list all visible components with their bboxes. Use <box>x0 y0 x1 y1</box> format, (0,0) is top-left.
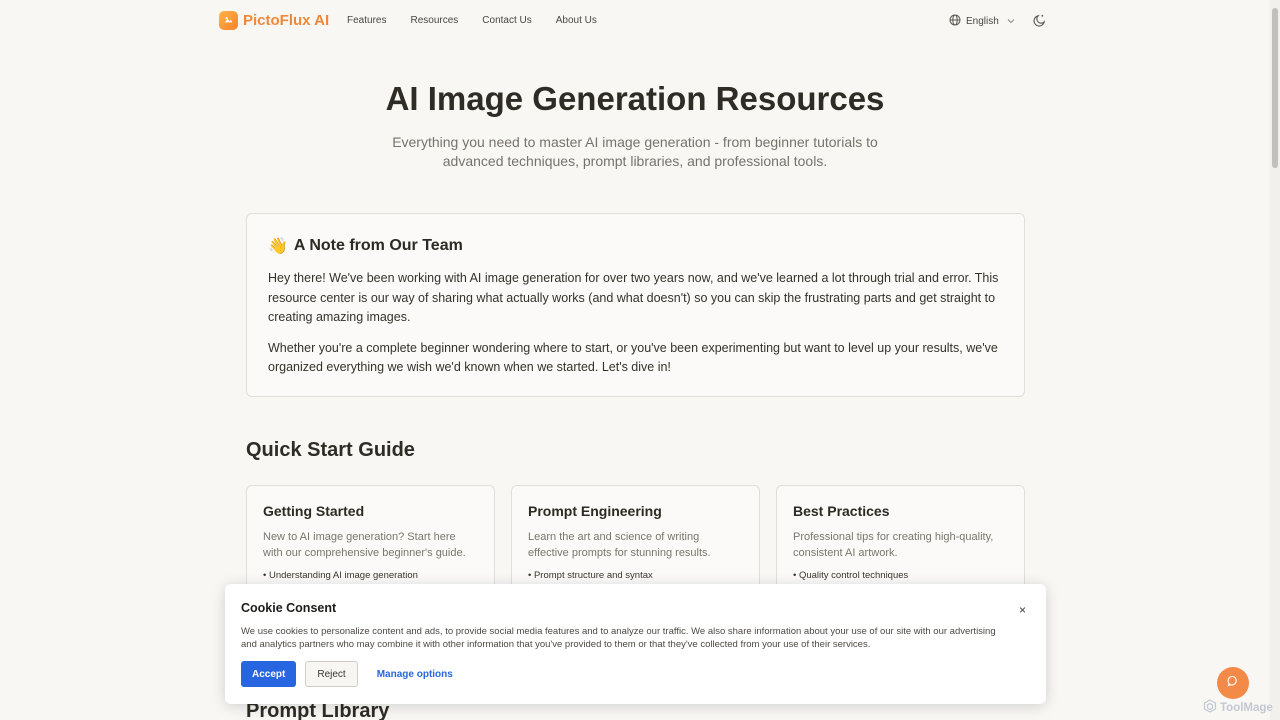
card-description: New to AI image generation? Start here w… <box>263 531 466 559</box>
page-scrollbar[interactable] <box>1270 0 1280 720</box>
toolmage-watermark: ToolMage <box>1203 699 1273 716</box>
card-prompt-engineering[interactable]: Prompt Engineering Learn the art and sci… <box>511 485 760 595</box>
card-description: Professional tips for creating high-qual… <box>793 531 994 559</box>
cookie-actions: Accept Reject Manage options <box>241 661 463 687</box>
team-note-paragraph: Hey there! We've been working with AI im… <box>268 271 999 324</box>
reject-cookies-button[interactable]: Reject <box>305 661 358 687</box>
card-getting-started[interactable]: Getting Started New to AI image generati… <box>246 485 495 595</box>
cookie-consent-dialog: Cookie Consent We use cookies to persona… <box>225 584 1046 704</box>
cookie-consent-title: Cookie Consent <box>241 601 337 615</box>
card-bullet: • Quality control techniques <box>793 570 909 581</box>
card-best-practices[interactable]: Best Practices Professional tips for cre… <box>776 485 1025 595</box>
brand-logo[interactable]: PictoFlux AI <box>219 11 329 30</box>
quick-start-title: Quick Start Guide <box>246 439 415 461</box>
nav-resources[interactable]: Resources <box>410 15 458 26</box>
team-note-card: 👋 A Note from Our Team Hey there! We've … <box>246 213 1025 397</box>
chat-icon <box>1227 674 1239 692</box>
globe-icon <box>949 14 961 29</box>
brand-name: PictoFlux AI <box>243 12 330 29</box>
site-header: PictoFlux AI Features Resources Contact … <box>0 0 1270 42</box>
moon-icon <box>1032 14 1047 32</box>
language-label: English <box>966 16 999 27</box>
cookie-consent-text: We use cookies to personalize content an… <box>241 626 996 650</box>
theme-toggle-button[interactable] <box>1032 13 1047 33</box>
manage-options-button[interactable]: Manage options <box>367 669 463 680</box>
nav-about-us[interactable]: About Us <box>556 15 597 26</box>
card-bullet: • Understanding AI image generation <box>263 570 418 581</box>
card-description: Learn the art and science of writing eff… <box>528 531 711 559</box>
team-note-title: A Note from Our Team <box>293 237 463 254</box>
watermark-text: ToolMage <box>1220 701 1273 714</box>
card-bullet: • Prompt structure and syntax <box>528 570 653 581</box>
page-subtitle: Everything you need to master AI image g… <box>392 134 878 169</box>
team-note-heading: 👋 A Note from Our Team <box>268 236 1003 256</box>
toolmage-logo-icon <box>1203 699 1217 716</box>
accept-cookies-button[interactable]: Accept <box>241 661 297 687</box>
team-note-paragraph: Whether you're a complete beginner wonde… <box>268 340 998 375</box>
waving-hand-icon: 👋 <box>268 238 288 255</box>
close-icon[interactable]: × <box>1019 603 1026 617</box>
card-title: Getting Started <box>263 503 365 519</box>
scrollbar-thumb[interactable] <box>1272 8 1278 168</box>
nav-features[interactable]: Features <box>347 15 386 26</box>
main-nav: Features Resources Contact Us About Us <box>347 15 597 26</box>
card-title: Prompt Engineering <box>528 503 662 519</box>
page-title: AI Image Generation Resources <box>385 80 885 117</box>
nav-contact-us[interactable]: Contact Us <box>482 15 531 26</box>
card-title: Best Practices <box>793 503 890 519</box>
language-selector[interactable]: English <box>949 14 1015 29</box>
brand-logo-icon <box>219 11 238 30</box>
chevron-down-icon <box>1007 16 1015 27</box>
chat-button[interactable] <box>1217 667 1249 699</box>
